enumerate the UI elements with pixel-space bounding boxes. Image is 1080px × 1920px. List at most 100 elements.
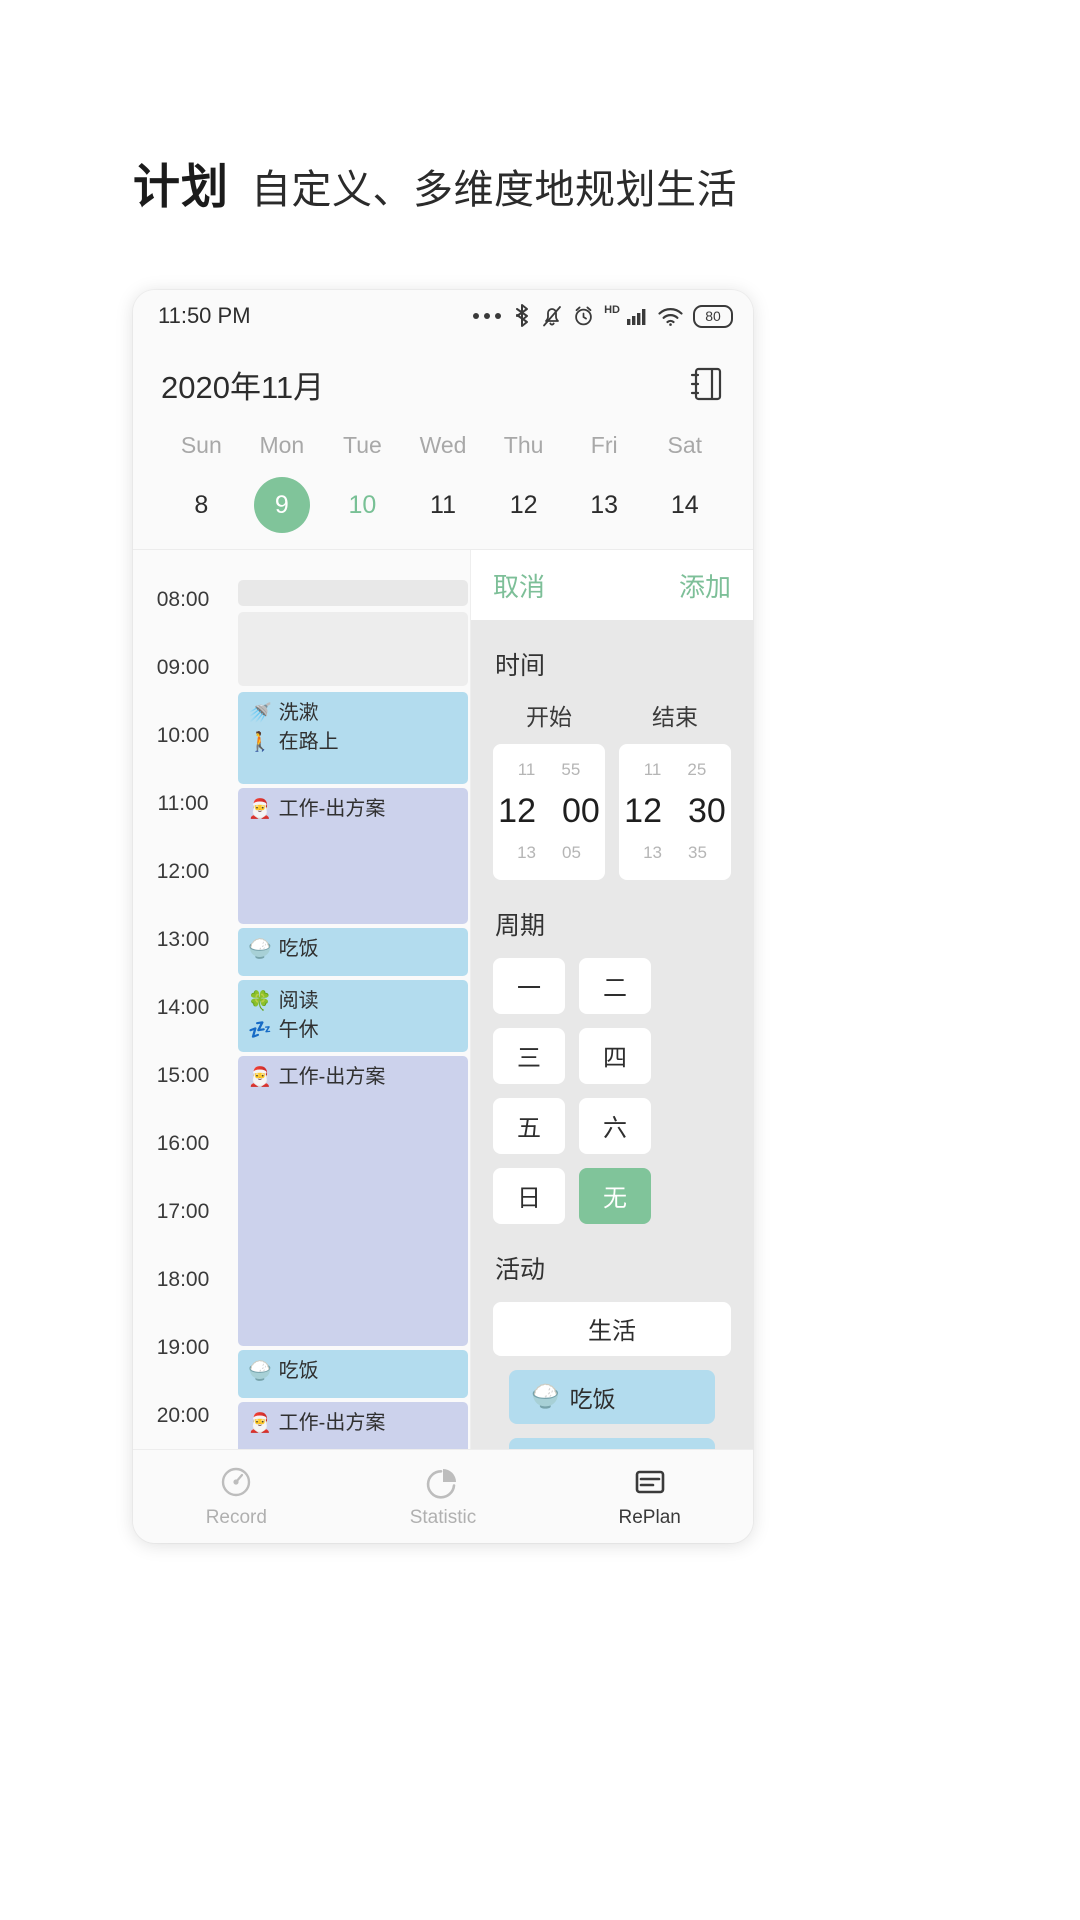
timeline-event[interactable]: 🍚 吃饭 (238, 928, 468, 976)
timeline-event[interactable]: 🍚 吃饭 (238, 1350, 468, 1398)
event-emoji-icon: 🍚 (248, 1360, 272, 1382)
weekday-mon: Mon (259, 432, 305, 458)
weekday-sun: Sun (180, 432, 222, 458)
day-cell-9[interactable]: 9 (242, 477, 323, 533)
event-line: 🍚 吃饭 (248, 1357, 460, 1386)
event-label: 工作-出方案 (278, 798, 386, 820)
repeat-day-三[interactable]: 三 (493, 1027, 565, 1084)
hour-label: 10:00 (156, 724, 210, 747)
timeline-event[interactable]: 🎅 工作-出方案 (238, 1056, 468, 1346)
start-min-next: 05 (562, 843, 581, 863)
hour-label: 20:00 (156, 1404, 210, 1427)
timeline-event-empty[interactable] (238, 612, 468, 686)
day-cell-13[interactable]: 13 (564, 477, 645, 533)
alarm-clock-icon (572, 303, 595, 329)
day-cell-10[interactable]: 10 (322, 477, 403, 533)
repeat-day-六[interactable]: 六 (579, 1097, 651, 1154)
repeat-weekday-grid: 一二三四五六日无 (493, 957, 731, 1224)
activity-label: 吃饭 (569, 1385, 616, 1412)
hour-label: 13:00 (156, 928, 210, 951)
event-line: 🍀 阅读 (248, 987, 460, 1016)
end-min-next: 35 (688, 843, 707, 863)
repeat-day-五[interactable]: 五 (493, 1097, 565, 1154)
hour-label: 17:00 (156, 1200, 210, 1223)
event-line: 🎅 工作-出方案 (248, 1063, 460, 1092)
end-time-picker[interactable]: 11 25 12 30 13 35 (619, 744, 731, 880)
day-label: 9 (253, 477, 310, 533)
nav-item-record[interactable]: Record (133, 1450, 340, 1543)
editor-action-bar: 取消 添加 (471, 550, 753, 620)
event-line: 🎅 工作-出方案 (248, 795, 460, 824)
weekday-row: Sun Mon Tue Wed Thu Fri Sat (161, 432, 725, 459)
day-timeline[interactable]: 08:00 09:00 10:00 11:00 12:00 13:00 14:00 15:00… (133, 550, 471, 1449)
page-subtitle: 自定义、多维度地规划生活 (251, 168, 737, 212)
content-area: 08:00 09:00 10:00 11:00 12:00 13:00 14:00 15:00… (133, 549, 753, 1449)
nav-item-statistic[interactable]: Statistic (340, 1450, 547, 1543)
status-time: 11:50 PM (158, 303, 251, 328)
day-label: 12 (509, 490, 538, 519)
event-emoji-icon: 🍚 (248, 938, 272, 960)
event-line: 💤 午休 (248, 1016, 460, 1045)
hour-label: 12:00 (156, 860, 210, 883)
weekday-fri: Fri (590, 432, 618, 458)
calendar-header: 2020年11月 Sun Mon Tue Wed Thu Fri Sat 8 9… (133, 342, 753, 549)
activity-category-chip[interactable]: 生活 (493, 1301, 731, 1356)
event-label: 工作-出方案 (278, 1066, 386, 1088)
editor-body: 时间 开始 11 55 12 00 13 05 结束 11 25 12 30 1… (471, 620, 753, 1449)
timeline-event-empty[interactable] (238, 580, 468, 606)
weekday-wed: Wed (419, 432, 467, 458)
timeline-event[interactable]: 🎅 工作-出方案 (238, 1402, 468, 1449)
day-label: 13 (590, 490, 619, 519)
day-cell-8[interactable]: 8 (161, 477, 242, 533)
phone-mockup: 11:50 PM HD 80 2020年11月 Sun Mon Tue Wed … (133, 290, 753, 1543)
repeat-day-二[interactable]: 二 (579, 957, 651, 1014)
time-section-title: 时间 (495, 652, 546, 680)
end-min-prev: 25 (687, 760, 707, 779)
start-time-picker[interactable]: 11 55 12 00 13 05 (493, 744, 605, 880)
event-label: 吃饭 (278, 1360, 319, 1382)
timeline-event[interactable]: 🍀 阅读 💤 午休 (238, 980, 468, 1052)
end-hour-next: 13 (643, 843, 662, 863)
day-cell-12[interactable]: 12 (483, 477, 564, 533)
day-number-row: 8 9 10 11 12 13 14 (161, 477, 725, 549)
start-hour[interactable]: 12 (498, 786, 536, 837)
event-line: 🍚 吃饭 (248, 935, 460, 964)
timeline-inner: 08:00 09:00 10:00 11:00 12:00 13:00 14:00 15:00… (133, 550, 470, 1449)
repeat-day-无[interactable]: 无 (579, 1167, 651, 1224)
weekday-sat: Sat (667, 432, 703, 458)
nav-label-replan: RePlan (618, 1507, 681, 1528)
end-time-column: 结束 11 25 12 30 13 35 (619, 698, 731, 880)
notebook-icon[interactable] (687, 364, 725, 404)
activity-list-item[interactable]: 🍚 吃饭 (509, 1369, 715, 1424)
day-cell-14[interactable]: 14 (644, 477, 725, 533)
day-label: 14 (670, 490, 699, 519)
event-label: 吃饭 (278, 938, 319, 960)
repeat-day-一[interactable]: 一 (493, 957, 565, 1014)
event-editor-panel: 取消 添加 时间 开始 11 55 12 00 13 05 结束 11 25 1… (471, 550, 753, 1449)
day-label: 11 (430, 490, 456, 519)
page-heading: 计划 自定义、多维度地规划生活 (133, 148, 737, 217)
timeline-event[interactable]: 🎅 工作-出方案 (238, 788, 468, 924)
repeat-day-日[interactable]: 日 (493, 1167, 565, 1224)
timeline-event[interactable]: 🚿 洗漱 🚶 在路上 (238, 692, 468, 784)
start-min[interactable]: 00 (562, 786, 600, 837)
hd-label: HD (604, 304, 620, 316)
end-hour[interactable]: 12 (624, 786, 662, 837)
event-emoji-icon: 🎅 (248, 1412, 272, 1434)
event-emoji-icon: 🍀 (248, 990, 272, 1012)
nav-item-replan[interactable]: RePlan (546, 1450, 753, 1543)
activity-list-item[interactable]: 🚶在路上 (509, 1437, 715, 1449)
cancel-button[interactable]: 取消 (493, 567, 545, 604)
event-label: 阅读 (278, 990, 319, 1012)
weekday-thu: Thu (503, 432, 544, 458)
event-line: 🚿 洗漱 (248, 699, 460, 728)
start-hour-next: 13 (517, 843, 536, 863)
activity-list: 🍚吃饭🚶在路上🛁洗澡 (493, 1369, 731, 1449)
hour-label: 15:00 (156, 1064, 210, 1087)
repeat-day-四[interactable]: 四 (579, 1027, 651, 1084)
day-cell-11[interactable]: 11 (403, 477, 484, 533)
hour-label: 19:00 (156, 1336, 210, 1359)
add-button[interactable]: 添加 (679, 567, 731, 604)
event-line: 🎅 工作-出方案 (248, 1409, 460, 1438)
end-min[interactable]: 30 (688, 786, 726, 837)
